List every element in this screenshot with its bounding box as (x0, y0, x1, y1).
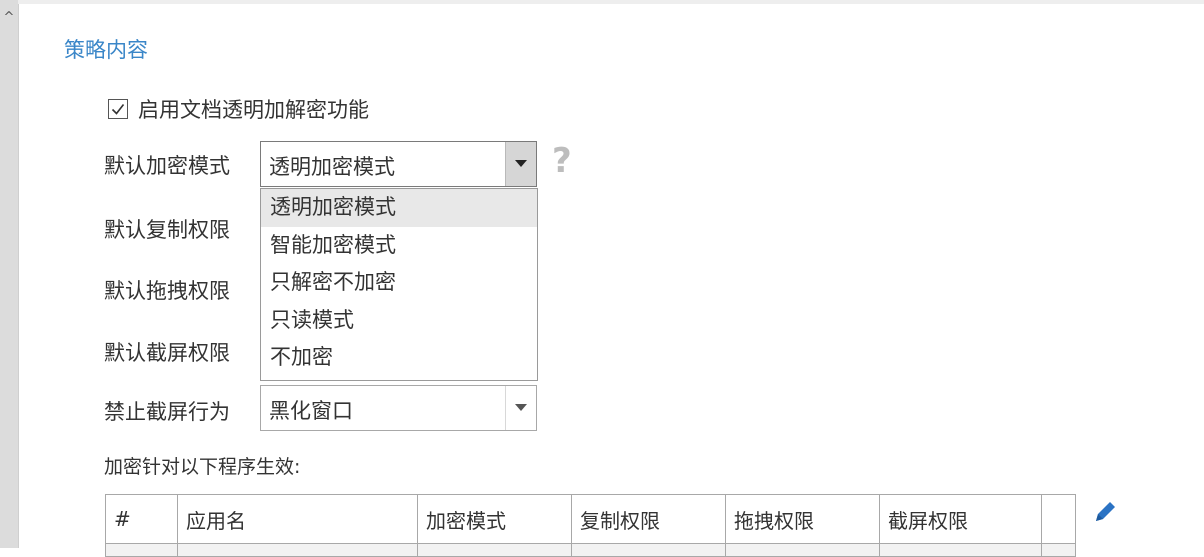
drag-permission-label: 默认拖拽权限 (104, 279, 230, 303)
encrypt-mode-label: 默认加密模式 (104, 154, 230, 178)
section-title: 策略内容 (64, 38, 148, 62)
caret-down-icon (515, 404, 527, 411)
dropdown-option-readonly[interactable]: 只读模式 (261, 302, 537, 340)
dropdown-option-decrypt-only[interactable]: 只解密不加密 (261, 264, 537, 302)
column-header-blank (1041, 494, 1076, 544)
question-mark-icon[interactable]: ? (552, 141, 572, 181)
enable-transparent-encryption-option[interactable]: 启用文档透明加解密功能 (108, 96, 369, 122)
column-header-screenshot-permission[interactable]: 截屏权限 (879, 494, 1042, 544)
column-header-app-name[interactable]: 应用名 (177, 494, 418, 544)
encrypt-mode-value: 透明加密模式 (269, 155, 395, 179)
dropdown-toggle[interactable] (505, 142, 536, 186)
screenshot-permission-label: 默认截屏权限 (104, 341, 230, 365)
table-header-row: # 应用名 加密模式 复制权限 拖拽权限 截屏权限 (105, 494, 1076, 544)
copy-permission-label: 默认复制权限 (104, 218, 230, 242)
encrypt-mode-select[interactable]: 透明加密模式 (260, 141, 537, 187)
caret-down-icon (515, 160, 527, 167)
enable-option-label: 启用文档透明加解密功能 (138, 98, 369, 122)
vertical-scrollbar[interactable]: ^ (0, 0, 19, 548)
column-header-encrypt-mode[interactable]: 加密模式 (417, 494, 572, 544)
encrypt-mode-dropdown: 透明加密模式 智能加密模式 只解密不加密 只读模式 不加密 (260, 188, 538, 381)
chevron-up-icon[interactable]: ^ (1, 10, 17, 26)
table-row[interactable] (105, 543, 1076, 557)
column-header-index[interactable]: # (105, 494, 178, 544)
block-screenshot-label: 禁止截屏行为 (104, 400, 230, 424)
program-table-caption: 加密针对以下程序生效: (104, 456, 301, 478)
column-header-copy-permission[interactable]: 复制权限 (571, 494, 726, 544)
dropdown-option-transparent[interactable]: 透明加密模式 (261, 189, 537, 227)
dropdown-toggle[interactable] (505, 386, 536, 430)
checkmark-icon (111, 104, 125, 115)
dropdown-option-no-encryption[interactable]: 不加密 (261, 339, 537, 377)
block-screenshot-select[interactable]: 黑化窗口 (260, 385, 537, 431)
top-border (18, 0, 1204, 4)
block-screenshot-value: 黑化窗口 (269, 399, 353, 423)
column-header-drag-permission[interactable]: 拖拽权限 (725, 494, 880, 544)
pencil-icon[interactable] (1090, 497, 1120, 527)
dropdown-option-smart[interactable]: 智能加密模式 (261, 227, 537, 265)
enable-checkbox[interactable] (108, 99, 128, 119)
